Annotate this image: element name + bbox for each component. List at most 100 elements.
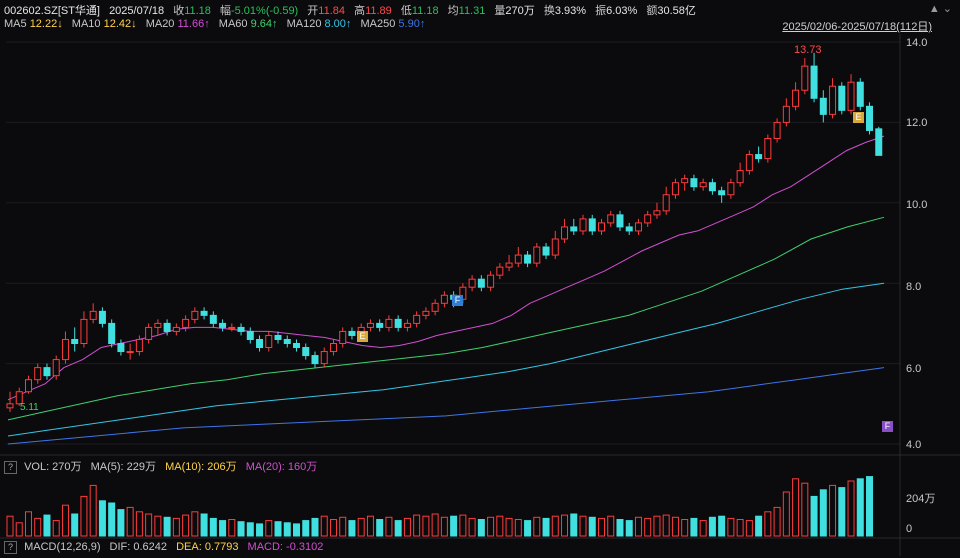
volume-bar [718,515,726,537]
help-icon[interactable]: ? [4,460,17,474]
volume-bar [154,515,162,537]
candle-body [422,310,430,316]
volume-bar [320,515,328,537]
f-marker-2[interactable]: F [882,421,893,432]
volume-bar [810,495,818,537]
volume-bar [302,520,310,537]
volume-tick-zero: 0 [906,523,912,535]
candle-body [662,194,670,212]
candle-body [256,338,264,349]
macd-label: MACD(12,26,9) [24,541,101,554]
candle-body [403,322,411,328]
volume-bar [311,517,319,537]
candle-body [616,214,624,228]
candle-body [533,246,541,264]
ma60-line [7,216,885,421]
candle-body [182,318,190,328]
volume-tick-top: 204万 [906,493,935,505]
candle-body [431,302,439,312]
e-marker-1[interactable]: E [357,331,368,342]
volume-bar [145,513,153,537]
volume-bar [357,517,365,537]
candle-body [625,226,633,232]
volume-bar [477,519,485,537]
candle-body [607,214,615,224]
volume-ma10: MA(10): 206万 [165,461,237,473]
kline-chart[interactable]: 14.0 12.0 10.0 8.0 6.0 4.0 13.73 5.11 20… [0,0,960,558]
candle-body [24,379,32,393]
help-icon[interactable]: ? [4,541,17,554]
volume-bar [782,491,790,537]
price-tick-4: 4.0 [906,439,921,451]
volume-bar [274,521,282,537]
candle-body [228,326,236,329]
candle-body [394,318,402,328]
price-tick-10: 10.0 [906,199,927,211]
volume-bar [653,515,661,537]
volume-bar [524,520,532,537]
volume-bar [200,513,208,537]
candle-body [634,222,642,232]
candle-body [348,330,356,336]
volume-bar [773,506,781,537]
volume-bar [293,523,301,537]
volume-bar [43,514,51,537]
volume-bar [108,502,116,537]
volume-bar [6,515,14,537]
candle-body [274,334,282,340]
candle-body [246,330,254,340]
volume-bar [366,515,374,537]
volume-bar [597,517,605,537]
volume-label: VOL: 270万 [24,461,82,473]
candle-body [514,254,522,264]
macd-dea: DEA: 0.7793 [176,541,239,554]
volume-bar [468,517,476,537]
candle-body [681,178,689,184]
candle-body [163,322,171,332]
volume-bar [699,520,707,537]
volume-bar [514,519,522,537]
candle-body [773,121,781,139]
volume-bar [135,511,143,537]
e-marker-2[interactable]: E [853,112,864,123]
candle-body [191,310,199,320]
candle-body [43,367,51,377]
volume-bar [764,511,772,537]
volume-bar [459,514,467,537]
volume-bar [644,517,652,537]
volume-bar [505,517,513,537]
price-tick-6: 6.0 [906,363,921,375]
candle-body [52,359,60,377]
candle-body [699,182,707,188]
f-marker-1[interactable]: F [452,295,463,306]
volume-ma20: MA(20): 160万 [245,461,318,473]
candle-body [838,85,846,111]
candle-body [172,326,180,332]
volume-bar [450,515,458,537]
volume-bar [671,516,679,537]
volume-bar [348,520,356,537]
volume-bar [496,515,504,537]
volume-bar [625,520,633,537]
volume-bar [339,516,347,537]
volume-bar [61,504,69,537]
candle-body [671,182,679,196]
volume-bar [265,520,273,537]
volume-bar [52,520,60,537]
volume-bar [24,511,32,537]
candle-body [542,246,550,256]
volume-bar [98,500,106,537]
macd-dif: DIF: 0.6242 [109,541,168,554]
volume-bar [662,514,670,537]
volume-bar [191,511,199,537]
volume-bar [246,522,254,537]
volume-bar [126,506,134,537]
volume-bar [819,489,827,537]
volume-ma5: MA(5): 229万 [90,461,157,473]
volume-bar [736,519,744,537]
price-tick-12: 12.0 [906,117,927,129]
candle-body [219,322,227,328]
candle-body [875,128,883,156]
volume-bar [80,495,88,537]
candle-body [311,355,319,365]
